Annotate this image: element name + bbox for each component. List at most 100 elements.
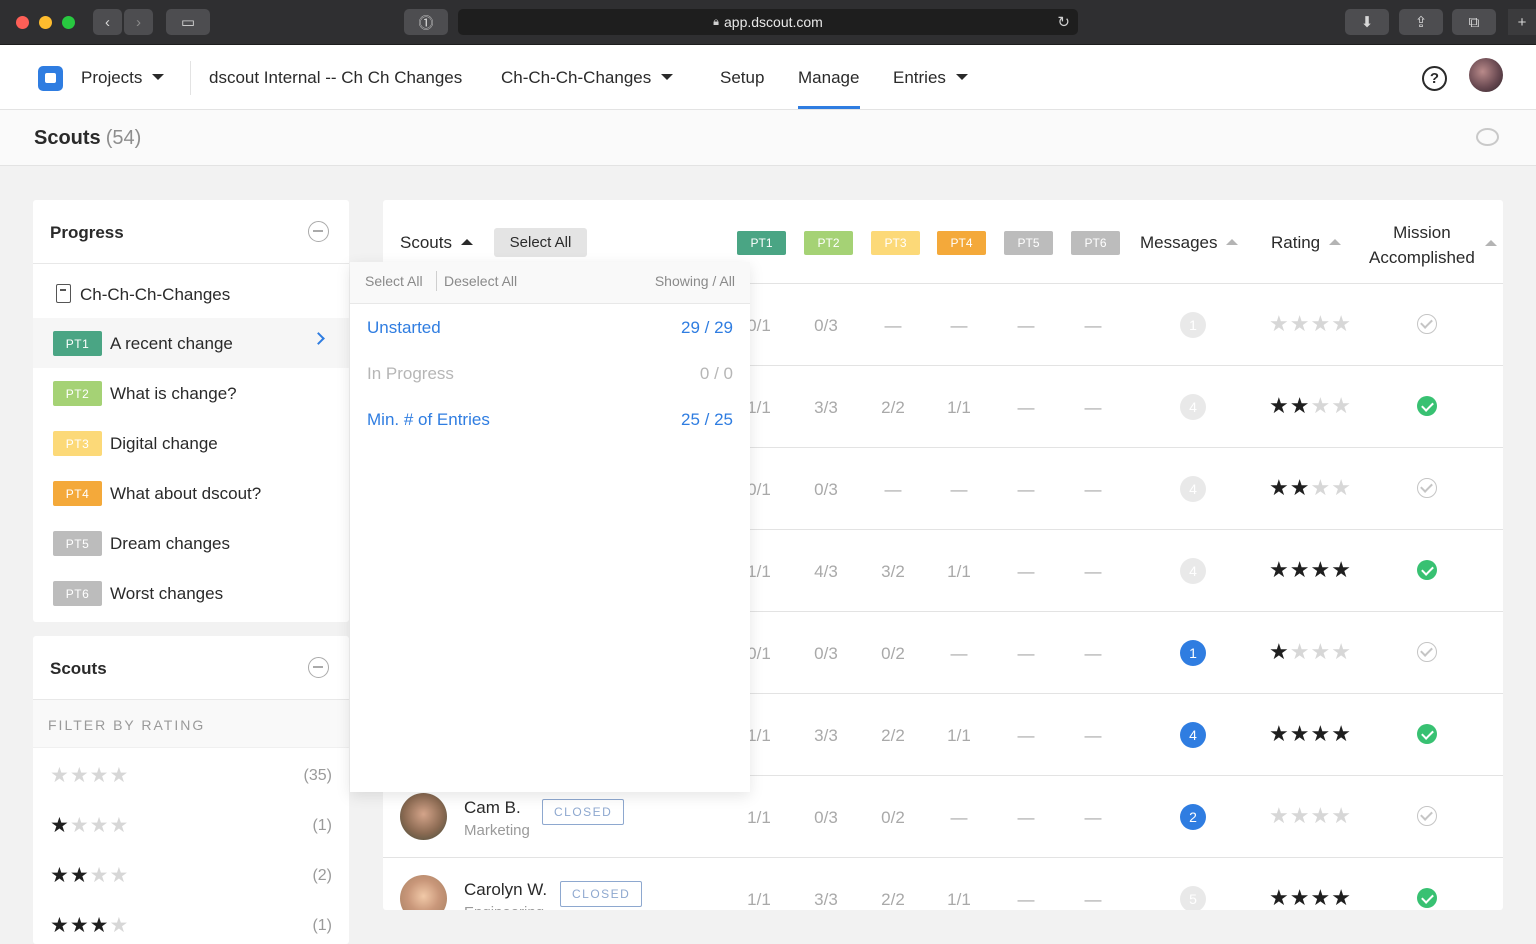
- rating-stars[interactable]: ★★★★: [1269, 557, 1352, 583]
- star-icon[interactable]: ★: [1290, 803, 1311, 828]
- rating-stars[interactable]: ★★★★: [1269, 885, 1352, 910]
- close-window-button[interactable]: [16, 16, 29, 29]
- star-icon[interactable]: ★: [1290, 885, 1311, 910]
- rating-filter-2[interactable]: ★★★★ (2): [33, 848, 349, 898]
- mission-accomplished-check-icon[interactable]: [1417, 724, 1437, 744]
- star-icon[interactable]: ★: [1310, 393, 1331, 418]
- dropdown-item-min-entries[interactable]: Min. # of Entries 25 / 25: [350, 396, 750, 442]
- star-icon[interactable]: ★: [1269, 803, 1290, 828]
- privacy-button[interactable]: ⓵: [404, 9, 448, 35]
- star-icon[interactable]: ★: [1310, 639, 1331, 664]
- chat-icon[interactable]: [1476, 128, 1499, 146]
- tab-manage[interactable]: Manage: [798, 68, 859, 88]
- part-item-pt2[interactable]: PT2 What is change?: [33, 368, 349, 418]
- pt2-column-header[interactable]: PT2: [804, 231, 853, 255]
- message-count-badge[interactable]: 5: [1180, 886, 1206, 910]
- part-item-pt3[interactable]: PT3 Digital change: [33, 418, 349, 468]
- star-icon[interactable]: ★: [1269, 885, 1290, 910]
- mission-menu[interactable]: Ch-Ch-Ch-Changes: [501, 68, 674, 88]
- pt5-column-header[interactable]: PT5: [1004, 231, 1053, 255]
- mission-accomplished-check-icon[interactable]: [1417, 314, 1437, 334]
- star-icon[interactable]: ★: [1310, 475, 1331, 500]
- star-icon[interactable]: ★: [1290, 721, 1311, 746]
- message-count-badge[interactable]: 2: [1180, 804, 1206, 830]
- rating-stars[interactable]: ★★★★: [1269, 475, 1352, 501]
- scout-name[interactable]: Cam B.: [464, 798, 521, 818]
- mission-accomplished-check-icon[interactable]: [1417, 642, 1437, 662]
- star-icon[interactable]: ★: [1310, 721, 1331, 746]
- mission-accomplished-check-icon[interactable]: [1417, 396, 1437, 416]
- star-icon[interactable]: ★: [1269, 475, 1290, 500]
- mission-accomplished-check-icon[interactable]: [1417, 478, 1437, 498]
- select-all-button[interactable]: Select All: [494, 228, 587, 257]
- star-icon[interactable]: ★: [1310, 885, 1331, 910]
- help-icon[interactable]: ?: [1422, 66, 1447, 91]
- collapse-icon[interactable]: [308, 221, 329, 242]
- star-icon[interactable]: ★: [1331, 475, 1352, 500]
- rating-filter-3[interactable]: ★★★★ (1): [33, 898, 349, 944]
- rating-stars[interactable]: ★★★★: [1269, 803, 1352, 829]
- zoom-window-button[interactable]: [62, 16, 75, 29]
- messages-column-header[interactable]: Messages: [1140, 233, 1239, 253]
- star-icon[interactable]: ★: [1269, 557, 1290, 582]
- scouts-column-header[interactable]: Scouts: [400, 233, 473, 253]
- star-icon[interactable]: ★: [1290, 393, 1311, 418]
- star-icon[interactable]: ★: [1310, 311, 1331, 336]
- mission-accomplished-check-icon[interactable]: [1417, 560, 1437, 580]
- pt4-column-header[interactable]: PT4: [937, 231, 986, 255]
- part-item-pt1[interactable]: PT1 A recent change: [33, 318, 349, 368]
- star-icon[interactable]: ★: [1269, 639, 1290, 664]
- mission-accomplished-column-header[interactable]: Mission Accomplished: [1369, 220, 1475, 270]
- downloads-button[interactable]: ⬇: [1345, 9, 1389, 35]
- mission-accomplished-check-icon[interactable]: [1417, 888, 1437, 908]
- sidebar-toggle-button[interactable]: ▭: [166, 9, 210, 35]
- dropdown-item-unstarted[interactable]: Unstarted 29 / 29: [350, 304, 750, 350]
- tab-setup[interactable]: Setup: [720, 68, 764, 88]
- reload-icon[interactable]: ↻: [1057, 13, 1070, 31]
- rating-stars[interactable]: ★★★★: [1269, 639, 1352, 665]
- scout-name[interactable]: Carolyn W.: [464, 880, 547, 900]
- star-icon[interactable]: ★: [1331, 803, 1352, 828]
- minimize-window-button[interactable]: [39, 16, 52, 29]
- dropdown-deselect-all[interactable]: Deselect All: [444, 273, 517, 289]
- rating-stars[interactable]: ★★★★: [1269, 311, 1352, 337]
- mission-item[interactable]: Ch-Ch-Ch-Changes: [33, 264, 349, 318]
- rating-column-header[interactable]: Rating: [1271, 233, 1342, 253]
- star-icon[interactable]: ★: [1331, 393, 1352, 418]
- collapse-icon[interactable]: [308, 657, 329, 678]
- pt1-column-header[interactable]: PT1: [737, 231, 786, 255]
- pt3-column-header[interactable]: PT3: [871, 231, 920, 255]
- rating-filter-0[interactable]: ★★★★ (35): [33, 748, 349, 798]
- rating-stars[interactable]: ★★★★: [1269, 721, 1352, 747]
- projects-menu[interactable]: Projects: [81, 68, 165, 88]
- user-avatar[interactable]: [1469, 58, 1503, 92]
- rating-filter-1[interactable]: ★★★★ (1): [33, 798, 349, 848]
- message-count-badge[interactable]: 4: [1180, 558, 1206, 584]
- share-button[interactable]: ⇪: [1399, 9, 1443, 35]
- star-icon[interactable]: ★: [1269, 721, 1290, 746]
- star-icon[interactable]: ★: [1290, 639, 1311, 664]
- mission-accomplished-check-icon[interactable]: [1417, 806, 1437, 826]
- address-bar[interactable]: 🔒︎ app.dscout.com ↻: [458, 9, 1078, 35]
- star-icon[interactable]: ★: [1290, 557, 1311, 582]
- new-tab-button[interactable]: +: [1508, 9, 1536, 35]
- star-icon[interactable]: ★: [1331, 721, 1352, 746]
- star-icon[interactable]: ★: [1331, 557, 1352, 582]
- back-button[interactable]: ‹: [93, 9, 122, 35]
- part-item-pt4[interactable]: PT4 What about dscout?: [33, 468, 349, 518]
- message-count-badge[interactable]: 4: [1180, 722, 1206, 748]
- dscout-logo[interactable]: [38, 66, 63, 91]
- pt6-column-header[interactable]: PT6: [1071, 231, 1120, 255]
- star-icon[interactable]: ★: [1269, 393, 1290, 418]
- star-icon[interactable]: ★: [1310, 557, 1331, 582]
- message-count-badge[interactable]: 1: [1180, 640, 1206, 666]
- star-icon[interactable]: ★: [1290, 475, 1311, 500]
- rating-stars[interactable]: ★★★★: [1269, 393, 1352, 419]
- star-icon[interactable]: ★: [1290, 311, 1311, 336]
- star-icon[interactable]: ★: [1310, 803, 1331, 828]
- part-item-pt6[interactable]: PT6 Worst changes: [33, 568, 349, 618]
- star-icon[interactable]: ★: [1331, 639, 1352, 664]
- message-count-badge[interactable]: 1: [1180, 312, 1206, 338]
- star-icon[interactable]: ★: [1331, 311, 1352, 336]
- star-icon[interactable]: ★: [1269, 311, 1290, 336]
